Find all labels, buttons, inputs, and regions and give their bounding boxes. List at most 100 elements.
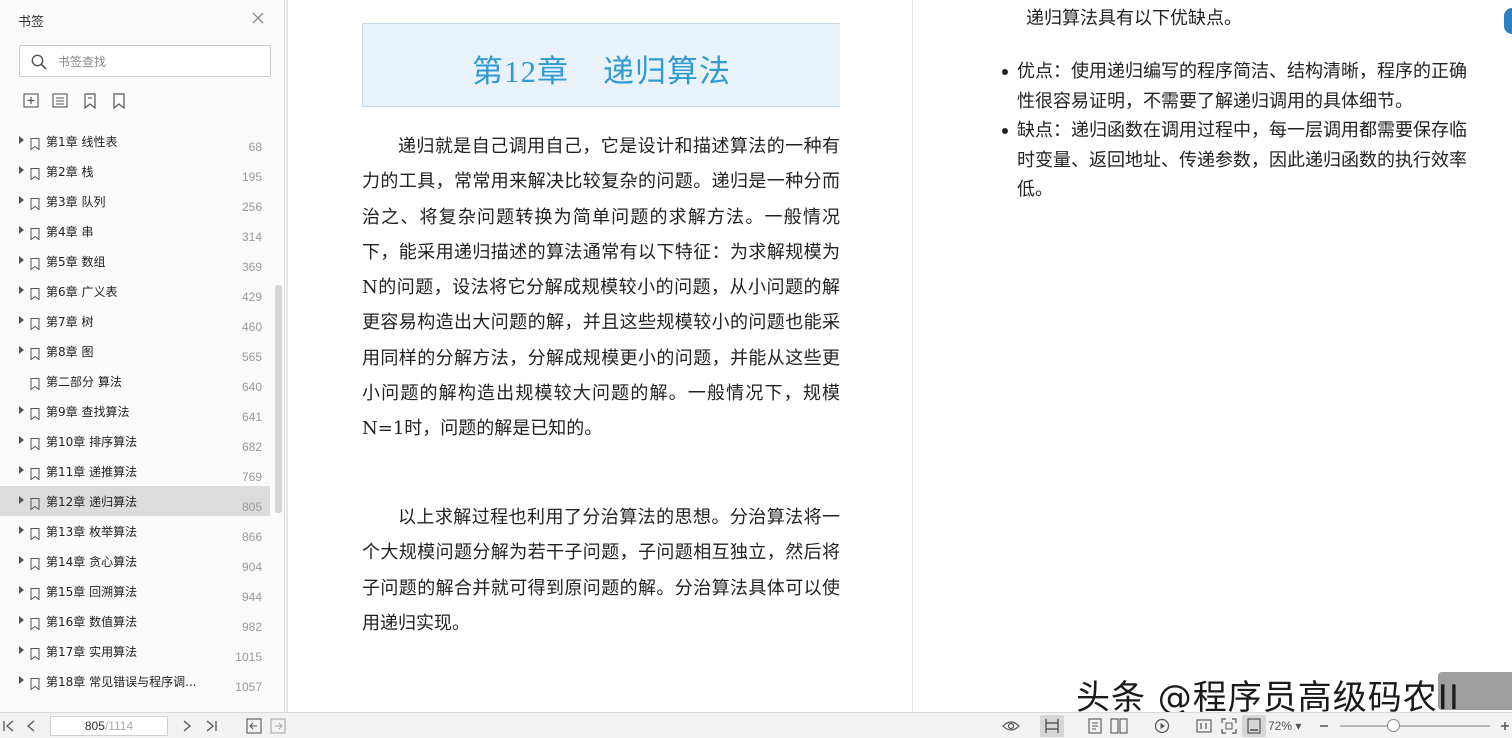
bookmark-item[interactable]: 第10章 排序算法 682: [0, 426, 270, 456]
book-view-icon[interactable]: [1110, 717, 1128, 735]
bookmark-label: 第3章 队列: [46, 195, 106, 209]
bookmark-label: 第17章 实用算法: [46, 645, 138, 659]
bookmark-item[interactable]: 第17章 实用算法 1015: [0, 636, 270, 666]
bookmark-icon[interactable]: [80, 92, 99, 110]
bookmark-page-number: 805: [241, 500, 262, 514]
bookmark-label: 第8章 图: [46, 345, 94, 359]
bookmark-item[interactable]: 第二部分 算法 640: [0, 366, 270, 396]
bookmark-search-input[interactable]: [58, 52, 258, 72]
bookmark-icon: [30, 255, 40, 271]
bullet-icon: [1002, 128, 1008, 134]
expand-arrow-icon[interactable]: [19, 346, 24, 354]
bookmark-item[interactable]: 第4章 串 314: [0, 216, 270, 246]
chapter-title: 第12章 递归算法: [363, 46, 840, 91]
bookmark-label: 第2章 栈: [46, 165, 94, 179]
expand-arrow-icon[interactable]: [19, 616, 24, 624]
back-icon[interactable]: [245, 717, 263, 735]
search-icon: [30, 53, 48, 71]
bookmark-page-number: 944: [241, 590, 262, 604]
single-page-icon[interactable]: [1043, 717, 1061, 735]
fit-page-icon[interactable]: [1220, 717, 1238, 735]
side-panel-tab[interactable]: [1504, 8, 1512, 34]
bookmark-icon: [30, 555, 40, 571]
bookmark-icon: [30, 375, 40, 391]
bookmark-item[interactable]: 第1章 线性表 68: [0, 126, 270, 156]
bookmark-list-icon[interactable]: [51, 92, 70, 110]
bookmark-page-number: 429: [241, 290, 262, 304]
close-icon[interactable]: [250, 10, 266, 26]
bookmark-label: 第1章 线性表: [46, 135, 118, 149]
bookmark-label: 第5章 数组: [46, 255, 106, 269]
bookmark-label: 第11章 递推算法: [46, 465, 138, 479]
sidebar-title: 书签: [18, 15, 45, 30]
bookmark-item[interactable]: 第14章 贪心算法 904: [0, 546, 270, 576]
cons-item: 缺点：递归函数在调用过程中，每一层调用都需要保存临时变量、返回地址、传递参数，因…: [1002, 116, 1467, 205]
bookmark-item[interactable]: 第16章 数值算法 982: [0, 606, 270, 636]
prev-page-icon[interactable]: [22, 717, 40, 735]
bookmark-icon: [30, 345, 40, 361]
expand-arrow-icon[interactable]: [19, 256, 24, 264]
bookmark-item[interactable]: 第5章 数组 369: [0, 246, 270, 276]
bookmark-icon: [30, 405, 40, 421]
expand-arrow-icon[interactable]: [19, 286, 24, 294]
zoom-out-icon[interactable]: [1315, 717, 1333, 735]
bookmark-icon: [30, 135, 40, 151]
page-number-field[interactable]: 805/1114: [50, 716, 168, 736]
expand-arrow-icon[interactable]: [19, 526, 24, 534]
bookmark-item[interactable]: 第3章 队列 256: [0, 186, 270, 216]
expand-arrow-icon[interactable]: [19, 226, 24, 234]
next-page-icon[interactable]: [178, 717, 196, 735]
bookmark-item[interactable]: 第7章 树 460: [0, 306, 270, 336]
bookmark-icon: [30, 285, 40, 301]
bookmark-page-number: 68: [248, 140, 262, 154]
pros-cons-intro: 递归算法具有以下优缺点。: [1026, 8, 1242, 29]
forward-icon[interactable]: [269, 717, 287, 735]
bookmark-item[interactable]: 第12章 递归算法 805: [0, 486, 270, 516]
bookmark-item[interactable]: 第2章 栈 195: [0, 156, 270, 186]
bookmark-outline-icon[interactable]: [109, 92, 128, 110]
expand-arrow-icon[interactable]: [19, 676, 24, 684]
double-page-icon[interactable]: [1086, 717, 1104, 735]
add-bookmark-icon[interactable]: [22, 92, 41, 110]
bookmark-page-number: 1015: [235, 650, 262, 664]
zoom-slider-track[interactable]: [1340, 725, 1490, 727]
expand-arrow-icon[interactable]: [19, 316, 24, 324]
eye-icon[interactable]: [1002, 717, 1020, 735]
expand-arrow-icon[interactable]: [19, 136, 24, 144]
zoom-level[interactable]: 72% ▾: [1268, 719, 1301, 733]
zoom-in-icon[interactable]: [1496, 717, 1512, 735]
last-page-icon[interactable]: [202, 717, 220, 735]
bookmark-item[interactable]: 第13章 枚举算法 866: [0, 516, 270, 546]
expand-arrow-icon[interactable]: [19, 586, 24, 594]
bookmark-item[interactable]: 第11章 递推算法 769: [0, 456, 270, 486]
pros-cons-list: 优点：使用递归编写的程序简洁、结构清晰，程序的正确性很容易证明，不需要了解递归调…: [1002, 57, 1467, 205]
first-page-icon[interactable]: [0, 717, 18, 735]
play-icon[interactable]: [1153, 717, 1171, 735]
expand-arrow-icon[interactable]: [19, 556, 24, 564]
expand-arrow-icon[interactable]: [19, 646, 24, 654]
expand-arrow-icon[interactable]: [19, 496, 24, 504]
sidebar-scrollbar[interactable]: [275, 285, 282, 513]
bookmark-item[interactable]: 第15章 回溯算法 944: [0, 576, 270, 606]
expand-arrow-icon[interactable]: [19, 436, 24, 444]
bookmark-icon: [30, 315, 40, 331]
bookmark-item[interactable]: 第8章 图 565: [0, 336, 270, 366]
page-left: 第12章 递归算法 递归就是自己调用自己，它是设计和描述算法的一种有力的工具，常常…: [288, 0, 912, 712]
zoom-slider-handle[interactable]: [1386, 719, 1400, 732]
expand-arrow-icon[interactable]: [19, 196, 24, 204]
bookmark-page-number: 460: [241, 320, 262, 334]
bookmark-icon: [30, 225, 40, 241]
bookmark-page-number: 682: [241, 440, 262, 454]
expand-arrow-icon[interactable]: [19, 166, 24, 174]
expand-arrow-icon[interactable]: [19, 466, 24, 474]
bookmark-page-number: 640: [241, 380, 262, 394]
bookmark-icon: [30, 495, 40, 511]
bookmark-item[interactable]: 第9章 查找算法 641: [0, 396, 270, 426]
fit-width-icon[interactable]: [1245, 717, 1263, 735]
actual-size-icon[interactable]: [1195, 717, 1213, 735]
expand-arrow-icon[interactable]: [19, 406, 24, 414]
bookmark-label: 第16章 数值算法: [46, 615, 138, 629]
bookmark-item[interactable]: 第18章 常见错误与程序调... 1057: [0, 666, 270, 696]
bookmark-page-number: 866: [241, 530, 262, 544]
bookmark-item[interactable]: 第6章 广义表 429: [0, 276, 270, 306]
